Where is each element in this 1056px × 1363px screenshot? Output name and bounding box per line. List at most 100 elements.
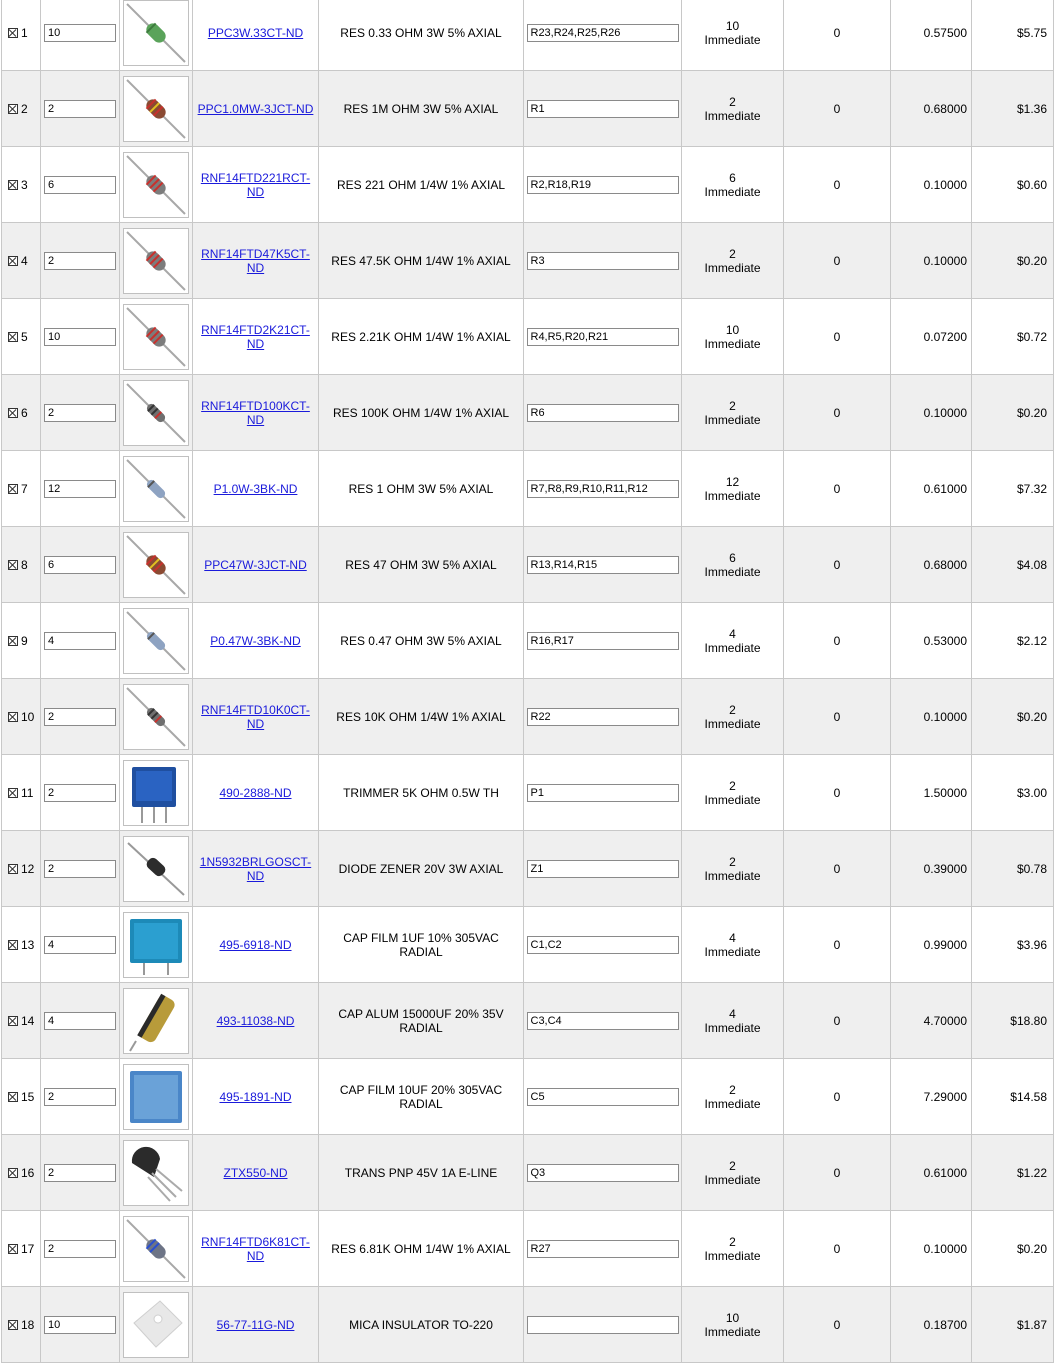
available-quantity: 2 — [729, 1234, 736, 1249]
part-number-link[interactable]: PPC47W-3JCT-ND — [204, 558, 306, 572]
quantity-input[interactable] — [44, 1087, 116, 1106]
part-number-link[interactable]: RNF14FTD47K5CT-ND — [201, 247, 310, 275]
part-number-link[interactable]: P0.47W-3BK-ND — [210, 634, 300, 648]
delete-checkbox-icon[interactable] — [8, 863, 18, 874]
quantity-input[interactable] — [44, 327, 116, 346]
customer-reference-input[interactable] — [526, 859, 679, 878]
customer-reference-input[interactable] — [526, 23, 679, 42]
transistor-icon[interactable] — [123, 1139, 189, 1206]
quantity-input[interactable] — [44, 707, 116, 726]
customer-reference-input[interactable] — [526, 935, 679, 954]
trimmer-icon[interactable] — [123, 759, 189, 826]
part-number-link[interactable]: RNF14FTD221RCT-ND — [201, 171, 310, 199]
resistor-green-icon[interactable] — [123, 0, 189, 66]
diode-icon[interactable] — [123, 835, 189, 902]
part-number-link[interactable]: RNF14FTD10K0CT-ND — [201, 703, 310, 731]
quantity-input[interactable] — [44, 99, 116, 118]
delete-checkbox-icon[interactable] — [8, 635, 18, 646]
part-number-link[interactable]: RNF14FTD100KCT-ND — [201, 399, 310, 427]
part-number-link[interactable]: ZTX550-ND — [223, 1166, 287, 1180]
quantity-input[interactable] — [44, 23, 116, 42]
delete-checkbox-icon[interactable] — [8, 1243, 18, 1254]
delete-checkbox-icon[interactable] — [8, 179, 18, 190]
delete-checkbox-icon[interactable] — [8, 1319, 18, 1330]
customer-reference-input[interactable] — [526, 327, 679, 346]
customer-reference-input[interactable] — [526, 783, 679, 802]
part-number-link[interactable]: RNF14FTD2K21CT-ND — [201, 323, 310, 351]
delete-checkbox-icon[interactable] — [8, 27, 18, 38]
resistor-gray-icon[interactable] — [123, 303, 189, 370]
customer-reference-input[interactable] — [526, 1011, 679, 1030]
quantity-input[interactable] — [44, 1163, 116, 1182]
delete-checkbox-icon[interactable] — [8, 711, 18, 722]
resistor-brown-icon[interactable] — [123, 531, 189, 598]
part-number-cell: RNF14FTD6K81CT-ND — [192, 1210, 319, 1287]
part-number-link[interactable]: 495-6918-ND — [219, 938, 291, 952]
quantity-input[interactable] — [44, 555, 116, 574]
delete-checkbox-icon[interactable] — [8, 1167, 18, 1178]
quantity-input[interactable] — [44, 1239, 116, 1258]
quantity-input[interactable] — [44, 935, 116, 954]
description: RES 1 OHM 3W 5% AXIAL — [318, 450, 524, 527]
delete-checkbox-icon[interactable] — [8, 331, 18, 342]
resistor-small-icon[interactable] — [123, 379, 189, 446]
quantity-input[interactable] — [44, 251, 116, 270]
part-number-link[interactable]: 493-11038-ND — [217, 1014, 295, 1028]
part-number-link[interactable]: 56-77-11G-ND — [217, 1318, 295, 1332]
delete-checkbox-icon[interactable] — [8, 787, 18, 798]
delete-checkbox-icon[interactable] — [8, 1015, 18, 1026]
customer-reference-input[interactable] — [526, 555, 679, 574]
part-number-link[interactable]: PPC3W.33CT-ND — [208, 26, 303, 40]
quantity-input[interactable] — [44, 1315, 116, 1334]
delete-checkbox-icon[interactable] — [8, 483, 18, 494]
delete-checkbox-icon[interactable] — [8, 255, 18, 266]
resistor-blue-icon[interactable] — [123, 455, 189, 522]
resistor-gray-icon[interactable] — [123, 151, 189, 218]
resistor-brown-icon[interactable] — [123, 75, 189, 142]
customer-reference-input[interactable] — [526, 251, 679, 270]
resistor-bluegray-icon[interactable] — [123, 1215, 189, 1282]
delete-checkbox-icon[interactable] — [8, 407, 18, 418]
row-index-cell: 11 — [1, 754, 41, 831]
delete-checkbox-icon[interactable] — [8, 939, 18, 950]
quantity-input[interactable] — [44, 1011, 116, 1030]
customer-reference-input[interactable] — [526, 1315, 679, 1334]
customer-reference-input[interactable] — [526, 1163, 679, 1182]
availability-status: Immediate — [704, 792, 761, 807]
row-index-cell: 7 — [1, 450, 41, 527]
film-cap-blue-icon[interactable] — [123, 1063, 189, 1130]
delete-checkbox-icon[interactable] — [8, 559, 18, 570]
part-number-link[interactable]: RNF14FTD6K81CT-ND — [201, 1235, 310, 1263]
resistor-gray-icon[interactable] — [123, 227, 189, 294]
quantity-input[interactable] — [44, 631, 116, 650]
resistor-small-icon[interactable] — [123, 683, 189, 750]
mica-insulator-icon[interactable] — [123, 1291, 189, 1358]
quantity-input[interactable] — [44, 479, 116, 498]
film-cap-teal-icon[interactable] — [123, 911, 189, 978]
electrolytic-cap-icon[interactable] — [123, 987, 189, 1054]
part-number-link[interactable]: 495-1891-ND — [219, 1090, 291, 1104]
customer-reference-input[interactable] — [526, 707, 679, 726]
part-number-link[interactable]: PPC1.0MW-3JCT-ND — [198, 102, 314, 116]
delete-checkbox-icon[interactable] — [8, 1091, 18, 1102]
customer-reference-input[interactable] — [526, 1087, 679, 1106]
table-row: 7 P1.0W-3BK-ND RES 1 OHM 3W 5% AXIAL 12Imme… — [1, 450, 1054, 527]
resistor-blue-icon[interactable] — [123, 607, 189, 674]
delete-checkbox-icon[interactable] — [8, 103, 18, 114]
quantity-input[interactable] — [44, 859, 116, 878]
part-number-cell: 493-11038-ND — [192, 982, 319, 1059]
customer-reference-input[interactable] — [526, 1239, 679, 1258]
row-index-cell: 8 — [1, 526, 41, 603]
customer-reference-input[interactable] — [526, 99, 679, 118]
description: CAP FILM 1UF 10% 305VAC RADIAL — [318, 906, 524, 983]
part-number-link[interactable]: 1N5932BRLGOSCT-ND — [200, 855, 311, 883]
customer-reference-input[interactable] — [526, 631, 679, 650]
quantity-input[interactable] — [44, 175, 116, 194]
customer-reference-input[interactable] — [526, 175, 679, 194]
customer-reference-input[interactable] — [526, 403, 679, 422]
part-number-link[interactable]: P1.0W-3BK-ND — [214, 482, 298, 496]
quantity-input[interactable] — [44, 783, 116, 802]
quantity-input[interactable] — [44, 403, 116, 422]
part-number-link[interactable]: 490-2888-ND — [219, 786, 291, 800]
customer-reference-input[interactable] — [526, 479, 679, 498]
